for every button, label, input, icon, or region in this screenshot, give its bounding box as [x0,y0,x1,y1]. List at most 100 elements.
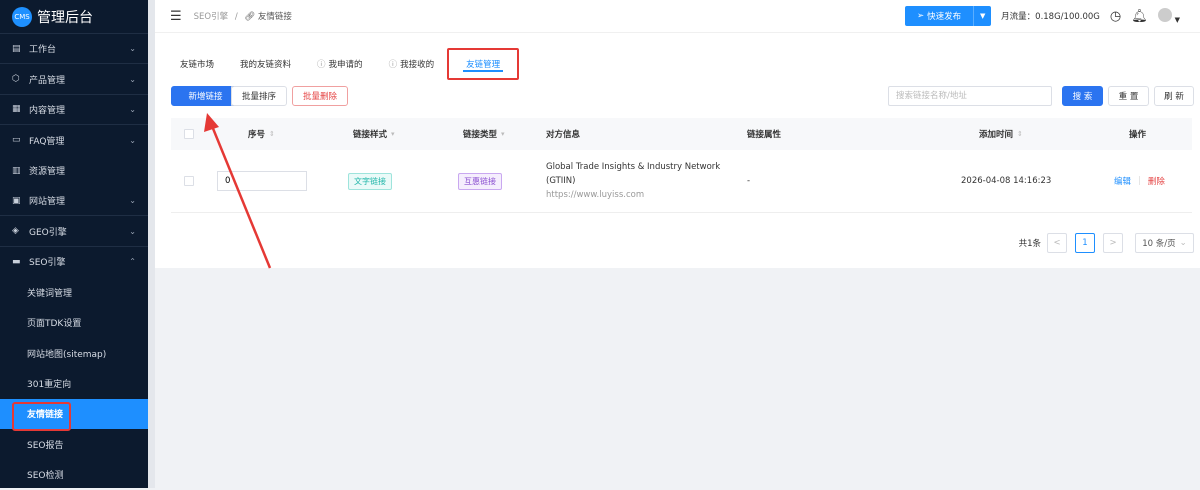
table-row: 文字链接 互惠链接 Global Trade Insights & Indust… [171,150,1192,213]
document-icon: ▦ [12,104,21,115]
logo-badge: CMS [12,6,32,27]
link-attr: - [747,176,751,186]
toolbar: 新增链接 批量排序 批量删除 搜 索 重 置 刷 新 [171,86,1194,108]
sidebar-item-label: 内容管理 [29,105,66,116]
page-size-label: 10 条/页 [1142,239,1176,249]
column-order[interactable]: 序号 ⇕ [248,118,275,150]
history-icon[interactable]: ◷ [1110,9,1121,24]
order-input[interactable] [217,171,307,191]
filter-icon: ▾ [501,130,505,138]
sidebar-item-0[interactable]: ▤ 工作台 ⌄ [0,34,148,65]
prev-page-button[interactable]: < [1047,233,1067,253]
tab-my-profile[interactable]: 我的友链资料 [227,48,304,80]
chevron-down-icon: ⌄ [1179,238,1187,248]
sidebar-item-label: GEO引擎 [29,227,67,238]
column-style[interactable]: 链接样式 ▾ [353,118,395,150]
row-checkbox[interactable] [184,176,194,186]
style-tag: 文字链接 [348,172,392,190]
column-label: 链接类型 [463,130,498,140]
refresh-button[interactable]: 刷 新 [1154,86,1194,106]
search-button[interactable]: 搜 索 [1062,86,1103,106]
table-header: 序号 ⇕ 链接样式 ▾ 链接类型 ▾ 对方信息 链接属性 添加时间 ⇕ 操作 [171,118,1192,150]
tab-received[interactable]: ⓘ 我接收的 [376,48,448,80]
sidebar: CMS 管理后台 ▤ 工作台 ⌄ ⬡ 产品管理 ⌄ ▦ 内容管理 ⌄ ▭ FAQ管理 ⌄ ▥ 资源管理 ▣ 网… [0,0,148,488]
chevron-icon: ⌄ [129,104,136,114]
breadcrumb-current: 友情链接 [257,12,292,22]
tab-label: 我接收的 [400,60,435,70]
reset-button[interactable]: 重 置 [1108,86,1149,106]
send-icon: ➢ [917,11,925,21]
header: ☰ SEO引擎 / 🔗︎ 友情链接 ➢ 快速发布 ▼ 月流量：0.18G/100.… [155,0,1200,33]
sidebar-item-2[interactable]: ▦ 内容管理 ⌄ [0,95,148,126]
sidebar-subitem-0[interactable]: 关键词管理 [0,277,148,307]
pagination: 共1条 < 1 > 10 条/页 ⌄ [1019,233,1194,253]
page-size-select[interactable]: 10 条/页 ⌄ [1135,233,1194,253]
column-actions: 操作 [1129,130,1147,140]
publish-label: 快速发布 [927,12,962,22]
tab-applied[interactable]: ⓘ 我申请的 [304,48,376,80]
sidebar-item-3[interactable]: ▭ FAQ管理 ⌄ [0,125,148,155]
batch-sort-button[interactable]: 批量排序 [231,86,287,106]
chevron-icon: ⌄ [129,74,136,84]
breadcrumb: SEO引擎 / 🔗︎ 友情链接 [194,10,292,22]
sidebar-item-6[interactable]: ◈ GEO引擎 ⌄ [0,216,148,247]
column-type[interactable]: 链接类型 ▾ [463,118,505,150]
column-time[interactable]: 添加时间 ⇕ [979,118,1023,150]
type-tag: 互惠链接 [458,172,502,190]
breadcrumb-separator: / [234,12,238,22]
column-label: 序号 [248,130,266,140]
sidebar-subitem-4[interactable]: 友情链接 [0,398,148,430]
main-panel: ☰ SEO引擎 / 🔗︎ 友情链接 ➢ 快速发布 ▼ 月流量：0.18G/100.… [155,0,1200,268]
sort-icon: ⇕ [1017,130,1023,138]
sidebar-item-1[interactable]: ⬡ 产品管理 ⌄ [0,64,148,95]
partner-url[interactable]: https://www.luyiss.com [546,188,644,202]
help-icon: ⓘ [317,60,326,70]
sidebar-item-label: FAQ管理 [29,136,65,147]
breadcrumb-parent[interactable]: SEO引擎 [194,12,228,22]
column-label: 添加时间 [979,130,1014,140]
batch-delete-button[interactable]: 批量删除 [292,86,348,106]
bell-icon[interactable]: 🔔︎ [1131,9,1148,24]
add-link-button[interactable]: 新增链接 [171,86,240,106]
sidebar-item-7[interactable]: ▬ SEO引擎 ⌃ [0,247,148,277]
select-all-checkbox[interactable] [184,129,194,139]
page-1-button[interactable]: 1 [1075,233,1095,253]
diamond-icon: ◈ [12,226,19,237]
next-page-button[interactable]: > [1103,233,1123,253]
edit-link[interactable]: 编辑 [1114,175,1131,187]
logo: CMS 管理后台 [0,0,148,34]
sidebar-subitem-2[interactable]: 网站地图(sitemap) [0,338,148,368]
tab-market[interactable]: 友链市场 [167,48,227,80]
quick-publish-button[interactable]: ➢ 快速发布 ▼ [905,6,992,26]
tab-link-management[interactable]: 友链管理 [447,48,520,80]
sidebar-subitem-5[interactable]: SEO报告 [0,429,148,459]
sidebar-item-label: 网站管理 [29,197,66,208]
monthly-traffic: 月流量：0.18G/100.00G [1001,12,1100,22]
folder-icon: ▥ [12,165,21,176]
sidebar-item-label: SEO引擎 [29,258,66,269]
avatar [1157,7,1172,22]
user-menu[interactable]: ▼ [1157,7,1180,25]
caret-down-icon: ▼ [1174,15,1180,24]
sidebar-item-label: 资源管理 [29,167,66,178]
action-separator: | [1138,176,1141,186]
column-partner: 对方信息 [546,130,581,140]
sidebar-subitem-3[interactable]: 301重定向 [0,368,148,398]
sidebar-subitem-1[interactable]: 页面TDK设置 [0,308,148,338]
sidebar-item-5[interactable]: ▣ 网站管理 ⌄ [0,186,148,217]
monitor-icon: ▤ [12,43,21,54]
menu-collapse-icon[interactable]: ☰ [170,9,182,24]
caret-down-icon[interactable]: ▼ [973,6,991,26]
column-label: 链接样式 [353,130,388,140]
sidebar-item-4[interactable]: ▥ 资源管理 [0,156,148,186]
sidebar-item-label: 工作台 [29,45,57,56]
sidebar-item-label: 产品管理 [29,75,66,86]
chevron-icon: ⌄ [129,226,136,236]
seo-icon: ▬ [12,256,21,267]
delete-link[interactable]: 删除 [1148,175,1165,187]
tab-label: 我申请的 [328,60,363,70]
app-title: 管理后台 [37,9,93,26]
search-input[interactable] [888,86,1052,106]
sidebar-subitem-6[interactable]: SEO检测 [0,459,148,489]
help-icon: ⓘ [388,60,398,70]
